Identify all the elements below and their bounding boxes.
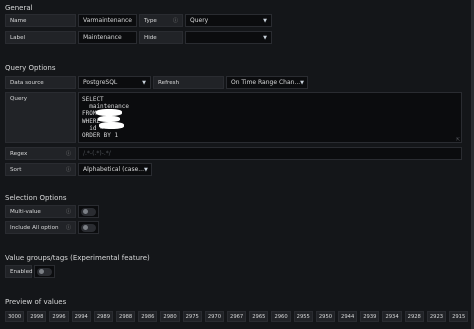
refresh-label-text: Refresh bbox=[158, 79, 180, 86]
chevron-down-icon: ▼ bbox=[300, 79, 304, 86]
preview-value-chip: 3000 bbox=[5, 311, 25, 322]
type-label-text: Type bbox=[144, 17, 157, 24]
query-line: ORDER BY 1 bbox=[82, 132, 119, 140]
info-icon[interactable]: ⓘ bbox=[173, 17, 178, 24]
preview-value-chip: 2923 bbox=[426, 311, 447, 322]
type-select-value: Query bbox=[190, 17, 209, 24]
query-label-text: Query bbox=[10, 96, 27, 102]
include-all-label-text: Include All option bbox=[10, 224, 59, 231]
resize-handle-icon[interactable]: ⇱ bbox=[456, 137, 460, 143]
name-label-text: Name bbox=[10, 17, 27, 24]
preview-value-chip: 2934 bbox=[382, 311, 402, 322]
info-icon[interactable]: ⓘ bbox=[66, 208, 71, 215]
datasource-select[interactable]: PostgreSQL ▼ bbox=[78, 76, 151, 89]
toggle-switch bbox=[37, 267, 52, 276]
refresh-select-value: On Time Range Chan... bbox=[231, 79, 301, 86]
multi-value-toggle[interactable] bbox=[78, 205, 99, 218]
preview-value-chip: 2975 bbox=[182, 311, 202, 322]
toggle-switch bbox=[81, 207, 96, 216]
value-groups-section-title: Value groups/tags (Experimental feature) bbox=[5, 254, 150, 262]
preview-value-chip: 2950 bbox=[315, 311, 336, 322]
refresh-label: Refresh bbox=[153, 76, 224, 89]
toggle-knob bbox=[39, 269, 44, 274]
redaction-mark bbox=[99, 122, 124, 129]
multi-value-label-text: Multi-value bbox=[10, 208, 41, 215]
include-all-toggle[interactable] bbox=[78, 221, 99, 234]
enabled-label: Enabled bbox=[5, 265, 33, 278]
preview-value-chip: 2967 bbox=[227, 311, 247, 322]
info-icon[interactable]: ⓘ bbox=[66, 166, 71, 173]
chevron-down-icon: ▼ bbox=[263, 34, 267, 41]
info-icon[interactable]: ⓘ bbox=[66, 224, 71, 231]
regex-label-text: Regex bbox=[10, 150, 28, 157]
sort-select-value: Alphabetical (case... bbox=[83, 166, 144, 173]
datasource-select-value: PostgreSQL bbox=[83, 79, 118, 86]
preview-value-chip: 2989 bbox=[93, 311, 114, 322]
preview-value-chip: 2986 bbox=[138, 311, 158, 322]
datasource-label: Data source bbox=[5, 76, 76, 89]
preview-value-chip: 2994 bbox=[71, 311, 91, 322]
toggle-knob bbox=[83, 225, 88, 230]
label-input[interactable]: Maintenance bbox=[78, 31, 137, 44]
type-label: Type ⓘ bbox=[139, 14, 183, 27]
hide-label: Hide bbox=[139, 31, 183, 44]
query-editor[interactable]: SELECT maintenance FROM WHERE id = ORDER… bbox=[78, 92, 462, 143]
query-label: Query bbox=[5, 92, 76, 143]
info-icon[interactable]: ⓘ bbox=[66, 150, 71, 157]
preview-value-chip: 2980 bbox=[160, 311, 180, 322]
toggle-switch bbox=[81, 223, 96, 232]
query-line: WHERE bbox=[82, 117, 101, 125]
query-options-section-title: Query Options bbox=[5, 64, 56, 72]
refresh-select[interactable]: On Time Range Chan... ▼ bbox=[226, 76, 308, 89]
preview-value-chip: 2960 bbox=[271, 311, 291, 322]
sort-label-text: Sort bbox=[10, 166, 22, 173]
sort-select[interactable]: Alphabetical (case... ▼ bbox=[78, 163, 152, 176]
name-label: Name bbox=[5, 14, 76, 27]
name-input[interactable]: Varmaintenance bbox=[78, 14, 137, 27]
regex-input[interactable]: /.*-(.*)-.*/ bbox=[78, 147, 462, 160]
preview-value-chip: 2955 bbox=[293, 311, 313, 322]
multi-value-label: Multi-value ⓘ bbox=[5, 205, 76, 218]
chevron-down-icon: ▼ bbox=[142, 79, 146, 86]
preview-value-chip: 2939 bbox=[360, 311, 380, 322]
general-section-title: General bbox=[5, 4, 33, 12]
regex-label: Regex ⓘ bbox=[5, 147, 76, 160]
preview-value-chip: 2996 bbox=[49, 311, 69, 322]
enabled-toggle[interactable] bbox=[34, 265, 55, 278]
query-line: id = bbox=[82, 124, 104, 132]
label-label-text: Label bbox=[10, 34, 26, 41]
datasource-label-text: Data source bbox=[10, 79, 44, 86]
preview-value-chip: 2928 bbox=[404, 311, 424, 322]
preview-value-chip: 2998 bbox=[27, 311, 47, 322]
preview-value-chip: 2944 bbox=[338, 311, 358, 322]
hide-select[interactable]: ▼ bbox=[185, 31, 272, 44]
preview-values-list: 3000 2998 2996 2994 2989 2988 2986 2980 2975 2970… bbox=[5, 311, 469, 322]
chevron-down-icon: ▼ bbox=[143, 166, 148, 173]
type-select[interactable]: Query ▼ bbox=[185, 14, 272, 27]
preview-section-title: Preview of values bbox=[5, 298, 67, 306]
hide-label-text: Hide bbox=[144, 34, 157, 41]
redaction-mark bbox=[96, 109, 122, 116]
query-line: maintenance bbox=[82, 103, 129, 111]
label-label: Label bbox=[5, 31, 76, 44]
query-line: FROM bbox=[82, 110, 97, 118]
preview-value-chip: 2965 bbox=[249, 311, 269, 322]
preview-value-chip: 2915 bbox=[449, 311, 469, 322]
chevron-down-icon: ▼ bbox=[263, 17, 267, 24]
query-line: SELECT bbox=[82, 96, 104, 103]
selection-options-section-title: Selection Options bbox=[5, 194, 67, 202]
preview-value-chip: 2970 bbox=[204, 311, 225, 322]
preview-value-chip: 2988 bbox=[116, 311, 136, 322]
toggle-knob bbox=[83, 209, 88, 214]
sort-label: Sort ⓘ bbox=[5, 163, 76, 176]
enabled-label-text: Enabled bbox=[10, 268, 33, 275]
include-all-label: Include All option ⓘ bbox=[5, 221, 76, 234]
